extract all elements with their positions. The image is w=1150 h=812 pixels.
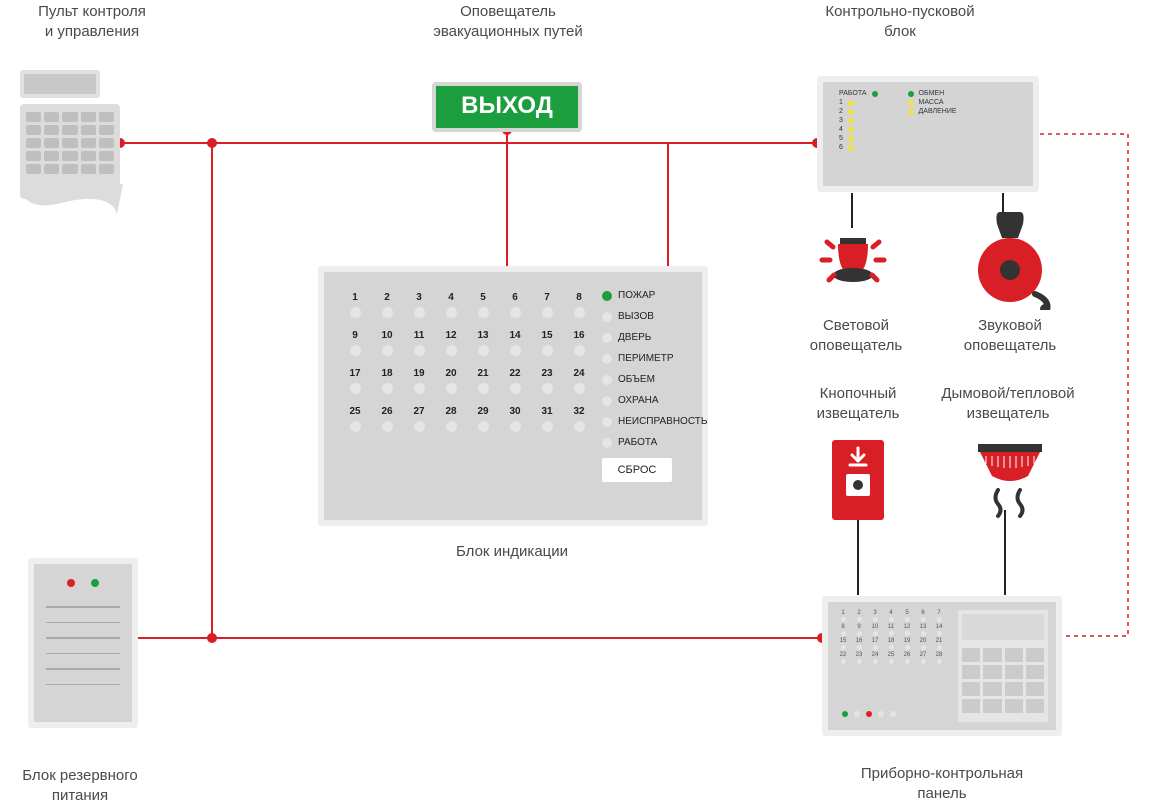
reset-button[interactable]: СБРОС: [602, 458, 672, 482]
label-exit-announcer: Оповещательэвакуационных путей: [398, 2, 618, 43]
label-smoke-heat-detector: Дымовой/тепловойизвещатель: [898, 384, 1118, 425]
device-exit-sign: ВЫХОД: [432, 82, 582, 132]
indication-grid: 1234567891011121314151617181920212223242…: [324, 272, 602, 520]
device-manual-call-point: [832, 440, 884, 520]
label-control-keypad: Пульт контроляи управления: [0, 2, 202, 43]
label-indication-block: Блок индикации: [402, 542, 622, 562]
device-control-launch-block: РАБОТА 1 2 3 4 5 6 ОБМЕН МАССА ДАВЛЕНИЕ: [817, 76, 1039, 192]
device-control-panel: 1234567891011121314151617181920212223242…: [822, 596, 1062, 736]
label-control-launch-block: Контрольно-пусковойблок: [790, 2, 1010, 43]
indication-status: ПОЖАРВЫЗОВДВЕРЬПЕРИМЕТРОБЪЕМОХРАНАНЕИСПР…: [602, 272, 717, 520]
exit-sign-text: ВЫХОД: [461, 92, 553, 119]
label-control-panel: Приборно-контрольнаяпанель: [832, 764, 1052, 805]
device-smoke-heat-detector: [970, 440, 1050, 525]
label-backup-power: Блок резервногопитания: [0, 766, 190, 807]
device-indication-block: 1234567891011121314151617181920212223242…: [318, 266, 708, 526]
label-sound-announcer: Звуковойоповещатель: [900, 316, 1120, 357]
device-sound-bell: [965, 210, 1055, 315]
device-backup-power: [28, 558, 138, 728]
device-control-keypad: [20, 70, 120, 210]
device-light-beacon: [818, 230, 888, 305]
